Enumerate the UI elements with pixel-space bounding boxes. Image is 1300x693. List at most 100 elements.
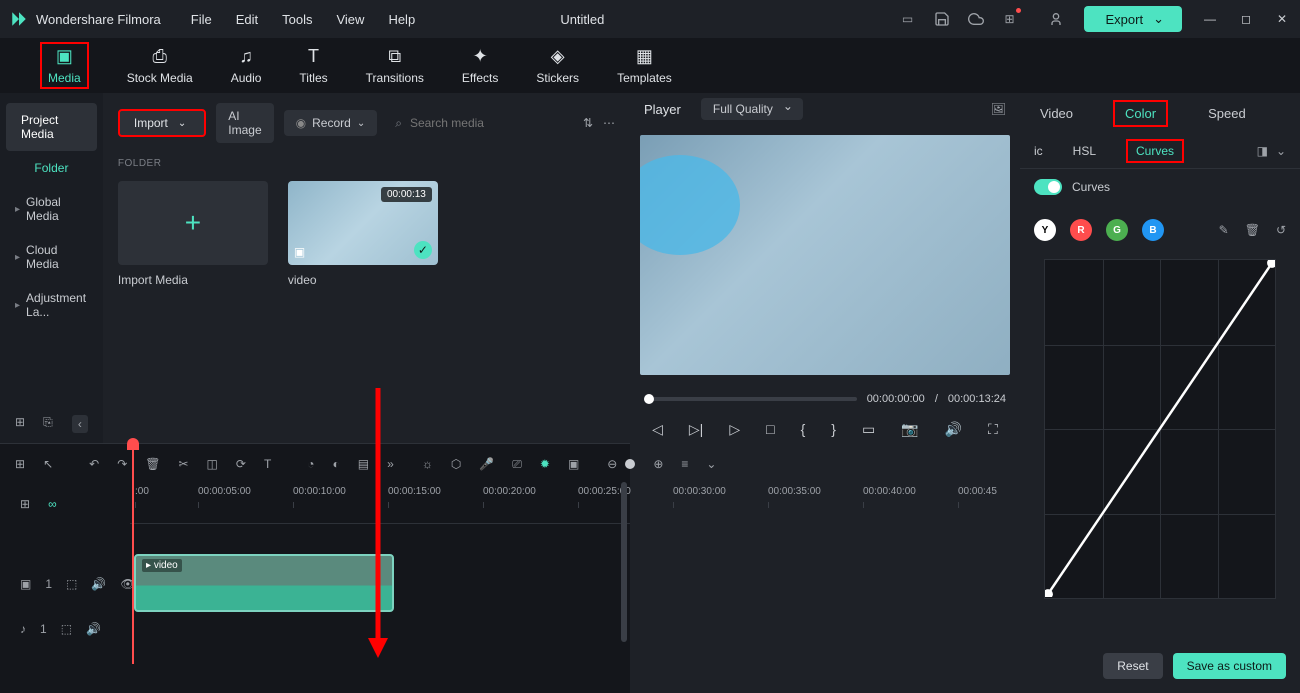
speed-icon[interactable]: ⟳ [236,457,246,471]
apps-icon[interactable]: ⊞ [1002,11,1018,27]
curves-graph[interactable] [1044,259,1276,599]
snapshot-icon[interactable]: 🖼 [991,102,1006,116]
snapshot-icon[interactable]: ▣ [568,457,579,471]
new-bin-icon[interactable]: ⎘ [43,415,53,433]
reset-curve-icon[interactable]: ↺ [1276,223,1286,237]
save-custom-button[interactable]: Save as custom [1173,653,1286,679]
sidebar-project-media[interactable]: Project Media [6,103,97,151]
delete-point-icon[interactable]: 🗑 [1245,223,1260,237]
play-icon[interactable]: ▷ [729,421,740,438]
cut-icon[interactable]: ✂ [178,457,188,471]
account-icon[interactable] [1048,11,1064,27]
view-mode-icon[interactable]: ≡ [681,457,688,471]
tab-video[interactable]: Video [1040,106,1073,121]
video-clip-card[interactable]: 00:00:13 ▣ ✓ video [288,181,438,287]
search-input[interactable] [410,116,565,130]
color-icon[interactable]: ◐ [333,457,340,471]
device-icon[interactable]: ▭ [900,11,916,27]
link-icon[interactable]: ∞ [48,497,57,511]
crop-icon[interactable]: ◫ [207,457,218,471]
brightness-icon[interactable]: ☼ [422,457,433,471]
maximize-icon[interactable]: ◻ [1238,11,1254,27]
track-manager-icon[interactable]: ⊞ [20,497,30,511]
mute-icon[interactable]: 🔊 [91,577,106,591]
tab-speed[interactable]: Speed [1208,106,1246,121]
cloud-icon[interactable] [968,11,984,27]
sidebar-folder[interactable]: Folder [0,151,103,185]
keyframe-icon[interactable]: ◔ [307,457,314,471]
channel-green[interactable]: G [1106,219,1128,241]
prev-frame-icon[interactable]: ◁ [652,421,663,438]
fullscreen-icon[interactable]: ⛶ [988,421,998,438]
mask-icon[interactable]: ▤ [358,457,369,471]
delete-icon[interactable]: 🗑 [145,457,160,471]
lock-icon[interactable]: ⬚ [61,622,72,636]
filter-icon[interactable]: ⇅ [583,116,593,130]
grid-icon[interactable]: ⊞ [15,457,25,471]
sidebar-global-media[interactable]: ▸Global Media [0,185,103,233]
zoom-out-icon[interactable]: ⊖ [607,457,617,471]
nav-stock-media[interactable]: ⎙Stock Media [127,46,193,85]
save-icon[interactable] [934,11,950,27]
eyedropper-icon[interactable]: ✎ [1219,223,1229,237]
mic-icon[interactable]: 🎤 [479,457,494,471]
quality-dropdown[interactable]: Full Quality [701,98,803,120]
more-tools-icon[interactable]: » [387,457,394,471]
video-track[interactable]: ▣1 ⬚ 🔊 👁 ▸ video [0,554,630,614]
timeline-ruler[interactable]: :00 00:00:05:00 00:00:10:00 00:00:15:00 … [130,484,630,524]
curves-toggle[interactable] [1034,179,1062,195]
zoom-in-icon[interactable]: ⊕ [653,457,663,471]
sidebar-adjustment-layer[interactable]: ▸Adjustment La... [0,281,103,329]
subtab-hsl[interactable]: HSL [1073,144,1096,158]
mark-in-icon[interactable]: { [801,421,806,438]
seek-bar[interactable] [644,397,857,401]
ai-image-button[interactable]: AI Image [216,103,273,143]
channel-blue[interactable]: B [1142,219,1164,241]
video-clip[interactable]: ▸ video [134,554,394,612]
more-icon[interactable]: ⋯ [603,116,615,130]
nav-audio[interactable]: ♫Audio [231,46,262,85]
minimize-icon[interactable]: — [1202,11,1218,27]
nav-templates[interactable]: ▦Templates [617,46,672,85]
timeline-scrollbar[interactable] [621,482,627,642]
subtab-curves[interactable]: Curves [1126,139,1184,163]
mute-icon[interactable]: 🔊 [86,622,101,636]
mark-out-icon[interactable]: } [831,421,836,438]
collapse-icon[interactable]: ‹ [72,415,88,433]
pointer-icon[interactable]: ↖ [43,457,53,471]
markers-icon[interactable]: ✹ [540,457,550,471]
text-icon[interactable]: T [264,457,271,471]
nav-transitions[interactable]: ⧉Transitions [366,46,424,85]
record-button[interactable]: ◉Record⌄ [284,110,378,136]
chevron-down-icon[interactable]: ⌄ [1276,144,1286,158]
nav-titles[interactable]: TTitles [299,46,327,85]
volume-icon[interactable]: 🔊 [945,421,962,438]
undo-icon[interactable]: ↶ [89,457,99,471]
channel-luma[interactable]: Y [1034,219,1056,241]
menu-edit[interactable]: Edit [236,12,258,27]
nav-stickers[interactable]: ◈Stickers [536,46,579,85]
new-folder-icon[interactable]: ⊞ [15,415,25,433]
reset-button[interactable]: Reset [1103,653,1162,679]
playhead[interactable] [132,444,134,664]
mixer-icon[interactable]: ⎚ [512,457,522,472]
compare-icon[interactable]: ◨ [1257,144,1268,158]
preview-viewport[interactable] [640,135,1010,375]
nav-media[interactable]: ▣Media [40,42,89,89]
display-icon[interactable]: ▭ [862,421,875,438]
import-media-card[interactable]: + Import Media [118,181,268,287]
lock-icon[interactable]: ⬚ [66,577,77,591]
sidebar-cloud-media[interactable]: ▸Cloud Media [0,233,103,281]
nav-effects[interactable]: ✦Effects [462,46,498,85]
subtab-basic[interactable]: ic [1034,144,1043,158]
close-icon[interactable]: ✕ [1274,11,1290,27]
import-button[interactable]: Import⌄ [118,109,206,137]
export-button[interactable]: Export⌄ [1084,6,1182,32]
tab-color[interactable]: Color [1113,100,1168,127]
audio-track[interactable]: ♪1 ⬚ 🔊 [0,614,630,644]
menu-file[interactable]: File [191,12,212,27]
channel-red[interactable]: R [1070,219,1092,241]
back-icon[interactable]: ▷| [689,421,703,438]
stop-icon[interactable]: □ [766,421,774,438]
view-dropdown-icon[interactable]: ⌄ [706,457,716,471]
